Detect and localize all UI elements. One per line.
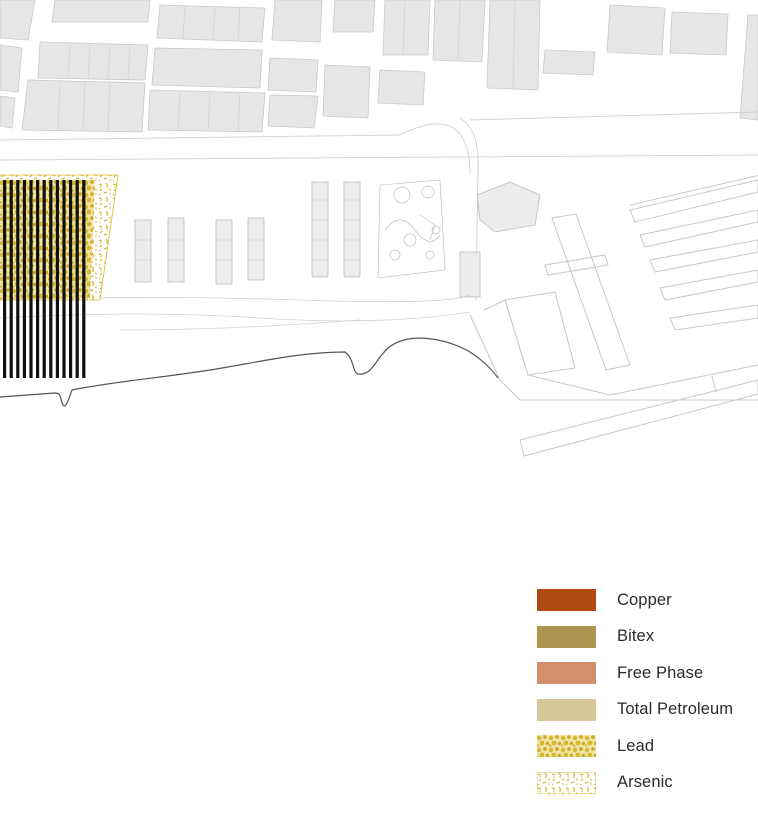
legend-swatch-free-phase [537, 662, 596, 685]
legend-item-total-petroleum: Total Petroleum [537, 698, 752, 722]
overlay-stripe [9, 180, 13, 378]
overlay-stripe [29, 180, 33, 378]
legend-label: Arsenic [617, 773, 673, 792]
contamination-zone-lead [0, 180, 95, 300]
overlay-stripe [75, 180, 79, 378]
legend-swatch-arsenic [537, 771, 596, 794]
legend-label: Free Phase [617, 663, 704, 682]
legend-swatch-total-petroleum [537, 698, 596, 721]
legend-label: Total Petroleum [617, 700, 734, 719]
legend-label: Lead [617, 736, 655, 755]
legend-item-copper: Copper [537, 588, 752, 612]
city-blocks [0, 0, 758, 133]
overlay-stripe [42, 180, 46, 378]
overlay-stripe [3, 180, 7, 378]
overlay-stripe [22, 180, 26, 378]
overlay-stripe [62, 180, 66, 378]
overlay-stripe [36, 180, 40, 378]
overlay-stripe [49, 180, 53, 378]
legend-swatch-copper [537, 589, 596, 611]
map-legend: Copper Bitex Free Phase Total Petroleum … [537, 588, 752, 808]
overlay-stripe [16, 180, 20, 378]
overlay-stripe [55, 180, 59, 378]
legend-item-free-phase: Free Phase [537, 661, 752, 685]
legend-item-arsenic: Arsenic [537, 771, 752, 795]
overlay-stripe [69, 180, 73, 378]
park-area [377, 179, 446, 279]
legend-label: Copper [617, 590, 672, 609]
mid-buildings [134, 181, 541, 298]
legend-item-lead: Lead [537, 734, 752, 758]
overlay-stripe [82, 180, 86, 378]
legend-label: Bitex [617, 627, 655, 646]
legend-item-bitex: Bitex [537, 625, 752, 649]
coastline [0, 337, 499, 407]
legend-swatch-bitex [537, 625, 596, 648]
legend-swatch-lead [537, 735, 596, 758]
